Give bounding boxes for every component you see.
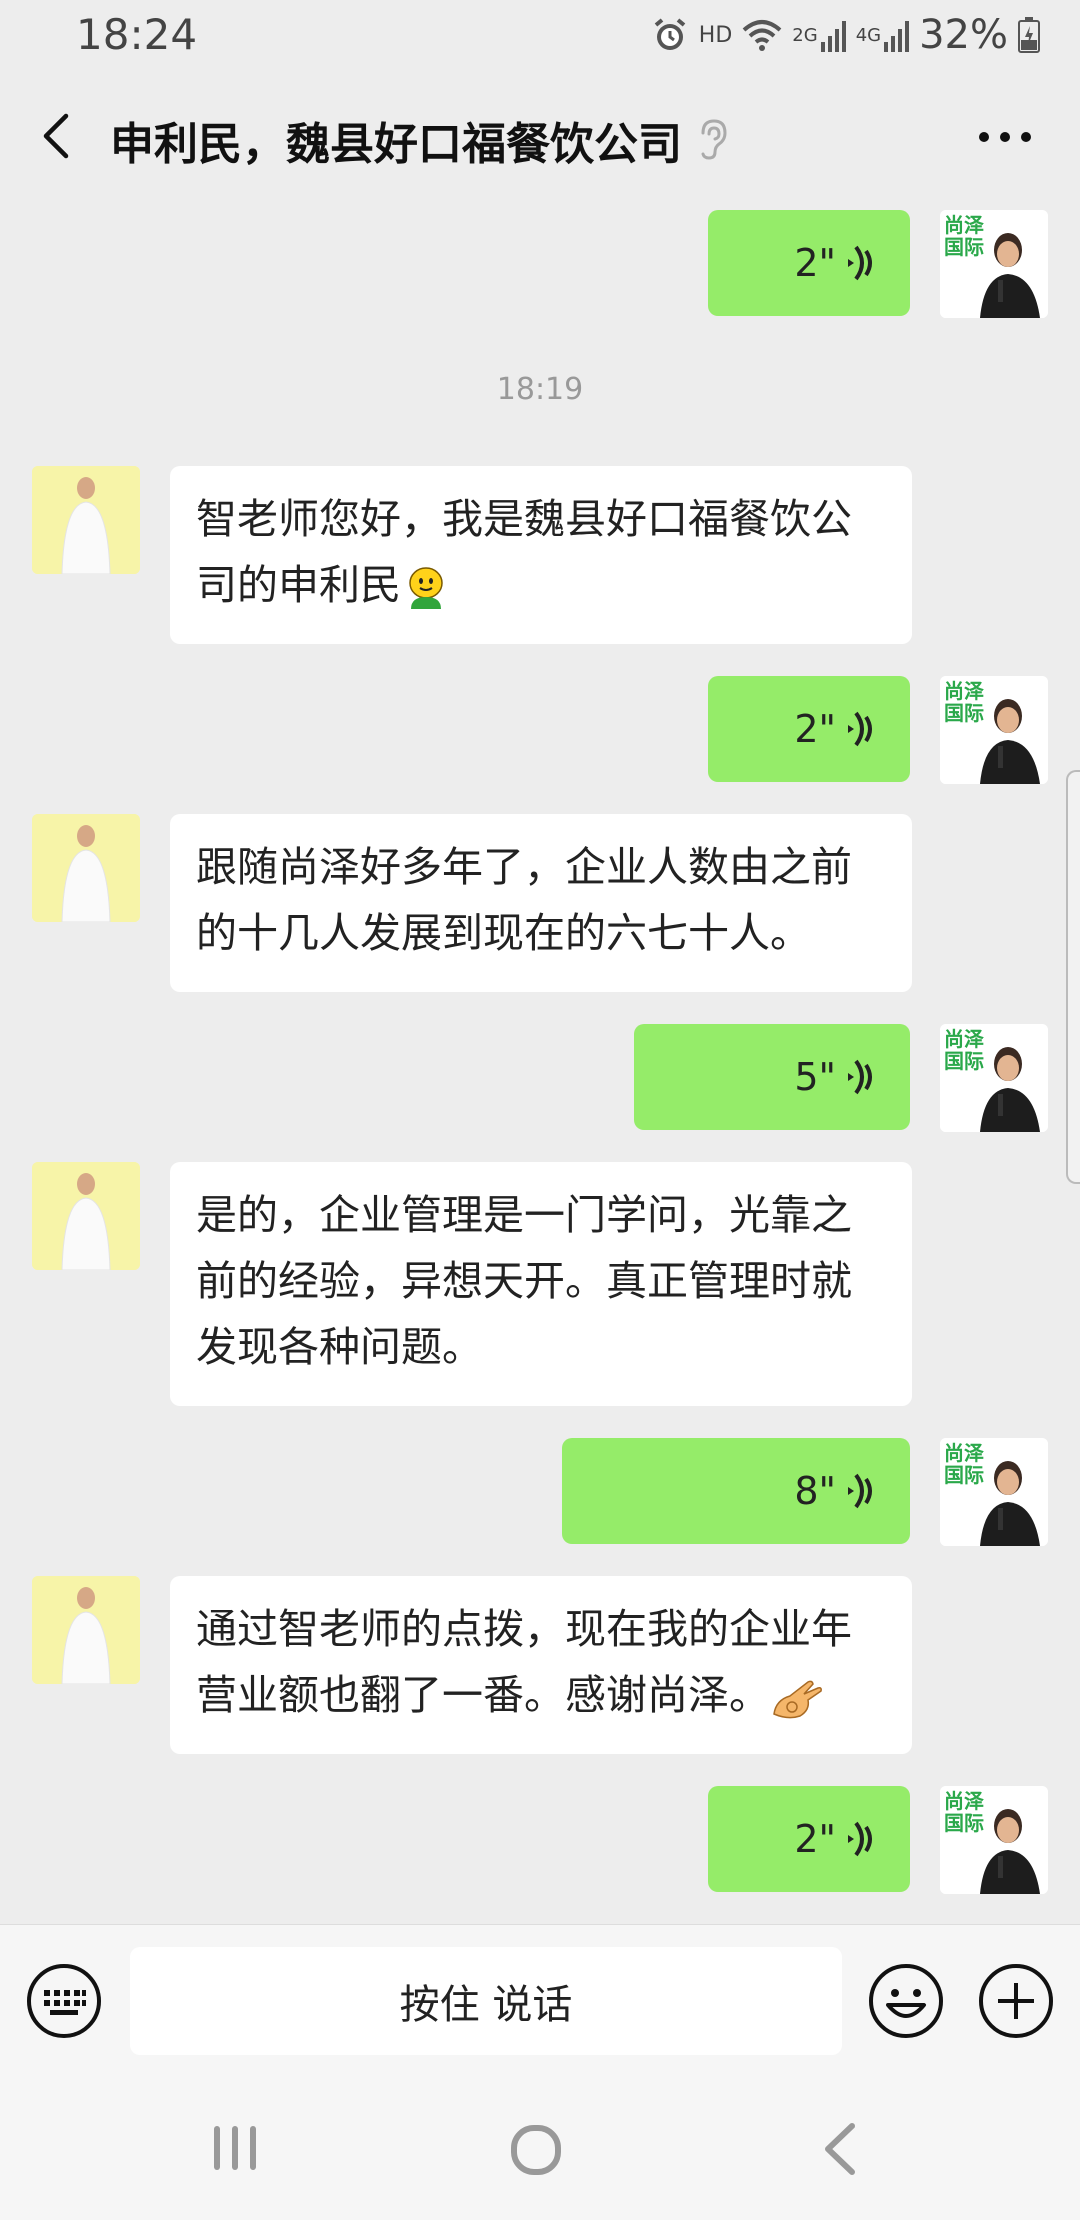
avatar[interactable]: 尚泽 国际 <box>940 1024 1048 1132</box>
message-line: 智老师您好，我是魏县好口福餐饮公 <box>196 495 852 543</box>
signal-4g-icon <box>884 21 910 52</box>
message-line: 的十几人发展到现在的六七十人。 <box>196 909 811 957</box>
avatar-brand-text-2: 国际 <box>944 701 984 725</box>
hold-to-talk-button[interactable]: 按住 说话 <box>130 1947 842 2055</box>
avatar-image: 尚泽 国际 <box>940 676 1048 784</box>
message-line: 通过智老师的点拨，现在我的企业年 <box>196 1605 852 1653</box>
signal-2g-icon <box>820 21 846 52</box>
avatar[interactable] <box>32 466 140 574</box>
message-line-with-emoji: 司的申利民 <box>196 552 886 618</box>
voice-wave-icon <box>848 1473 872 1509</box>
battery-icon <box>1018 17 1040 53</box>
status-icons: HD 2G 4G 32% <box>651 12 1040 58</box>
system-navigation-bar <box>0 2074 1080 2220</box>
back-arrow-icon[interactable] <box>30 106 90 166</box>
avatar-image: 尚泽 国际 <box>940 1438 1048 1546</box>
avatar-brand-text-2: 国际 <box>944 235 984 259</box>
chat-header: 申利民，魏县好口福餐饮公司 <box>0 72 1080 202</box>
avatar[interactable] <box>32 1576 140 1684</box>
message-line: 前的经验，异想天开。真正管理时就 <box>196 1257 852 1305</box>
avatar-image <box>32 1162 140 1270</box>
plus-icon[interactable] <box>978 1963 1054 2039</box>
emoji-icon[interactable] <box>868 1963 944 2039</box>
status-bar: 18:24 HD 2G 4G 32% <box>0 0 1080 72</box>
wifi-icon <box>742 20 782 51</box>
voice-wave-icon <box>848 711 872 747</box>
avatar[interactable]: 尚泽 国际 <box>940 210 1048 318</box>
message-line: 是的，企业管理是一门学问，光靠之 <box>196 1191 852 1239</box>
voice-message-bubble[interactable]: 8" <box>562 1438 910 1544</box>
voice-message-bubble[interactable]: 2" <box>708 1786 910 1892</box>
message-line: 司的申利民 <box>196 561 401 609</box>
voice-message-bubble[interactable]: 2" <box>708 676 910 782</box>
voice-duration: 2" <box>794 241 836 285</box>
avatar-brand-text-1: 尚泽 <box>944 1027 984 1051</box>
avatar-brand-text-1: 尚泽 <box>944 1441 984 1465</box>
ok-hand-emoji <box>773 1680 822 1719</box>
text-message-bubble[interactable]: 智老师您好，我是魏县好口福餐饮公 司的申利民 <box>170 466 912 644</box>
voice-wave-icon <box>848 1059 872 1095</box>
voice-wave-icon <box>848 245 872 281</box>
avatar-brand-text-1: 尚泽 <box>944 679 984 703</box>
chat-title: 申利民，魏县好口福餐饮公司 <box>110 119 682 170</box>
voice-duration: 2" <box>794 707 836 751</box>
text-message-bubble[interactable]: 是的，企业管理是一门学问，光靠之 前的经验，异想天开。真正管理时就 发现各种问题… <box>170 1162 912 1406</box>
signal-4g-label: 4G <box>855 24 882 46</box>
text-message-bubble[interactable]: 跟随尚泽好多年了，企业人数由之前 的十几人发展到现在的六七十人。 <box>170 814 912 992</box>
message-list[interactable]: 2" 尚泽 国际 18:19 智老师您好，我是魏县好口福餐饮公 司的申利民 2"… <box>0 202 1080 1922</box>
avatar-brand-text-2: 国际 <box>944 1811 984 1835</box>
avatar-brand-text-2: 国际 <box>944 1463 984 1487</box>
voice-message-bubble[interactable]: 5" <box>634 1024 910 1130</box>
avatar-image <box>32 466 140 574</box>
avatar[interactable] <box>32 1162 140 1270</box>
avatar-brand-text-1: 尚泽 <box>944 1789 984 1813</box>
avatar[interactable]: 尚泽 国际 <box>940 1786 1048 1894</box>
voice-message-bubble[interactable]: 2" <box>708 210 910 316</box>
message-line-with-emoji: 营业额也翻了一番。感谢尚泽。 <box>196 1662 886 1728</box>
voice-duration: 5" <box>794 1055 836 1099</box>
keyboard-icon[interactable] <box>26 1963 102 2039</box>
message-line: 跟随尚泽好多年了，企业人数由之前 <box>196 843 852 891</box>
back-icon[interactable] <box>820 2120 860 2178</box>
voice-duration: 2" <box>794 1817 836 1861</box>
ear-icon <box>701 119 727 160</box>
message-line: 营业额也翻了一番。感谢尚泽。 <box>196 1671 770 1719</box>
avatar-image <box>32 1576 140 1684</box>
recent-apps-icon[interactable] <box>210 2122 260 2174</box>
alarm-icon <box>654 18 686 50</box>
fast-scroll-handle[interactable] <box>1066 770 1080 1184</box>
signal-2g-label: 2G <box>792 24 818 46</box>
more-icon[interactable] <box>978 127 1032 147</box>
text-message-bubble[interactable]: 通过智老师的点拨，现在我的企业年 营业额也翻了一番。感谢尚泽。 <box>170 1576 912 1754</box>
avatar[interactable] <box>32 814 140 922</box>
voice-duration: 8" <box>794 1469 836 1513</box>
avatar-image: 尚泽 国际 <box>940 1786 1048 1894</box>
avatar-brand-text-2: 国际 <box>944 1049 984 1073</box>
avatar-brand-text-1: 尚泽 <box>944 213 984 237</box>
hd-label: HD <box>698 22 733 48</box>
avatar-image: 尚泽 国际 <box>940 1024 1048 1132</box>
home-icon[interactable] <box>510 2124 562 2176</box>
input-bar: 按住 说话 <box>0 1924 1080 2075</box>
voice-wave-icon <box>848 1821 872 1857</box>
timestamp: 18:19 <box>496 372 584 407</box>
smile-emoji <box>409 567 443 609</box>
status-time: 18:24 <box>76 10 198 59</box>
avatar[interactable]: 尚泽 国际 <box>940 676 1048 784</box>
avatar-image <box>32 814 140 922</box>
avatar[interactable]: 尚泽 国际 <box>940 1438 1048 1546</box>
battery-percent: 32% <box>919 12 1008 58</box>
avatar-image: 尚泽 国际 <box>940 210 1048 318</box>
message-line: 发现各种问题。 <box>196 1323 483 1371</box>
